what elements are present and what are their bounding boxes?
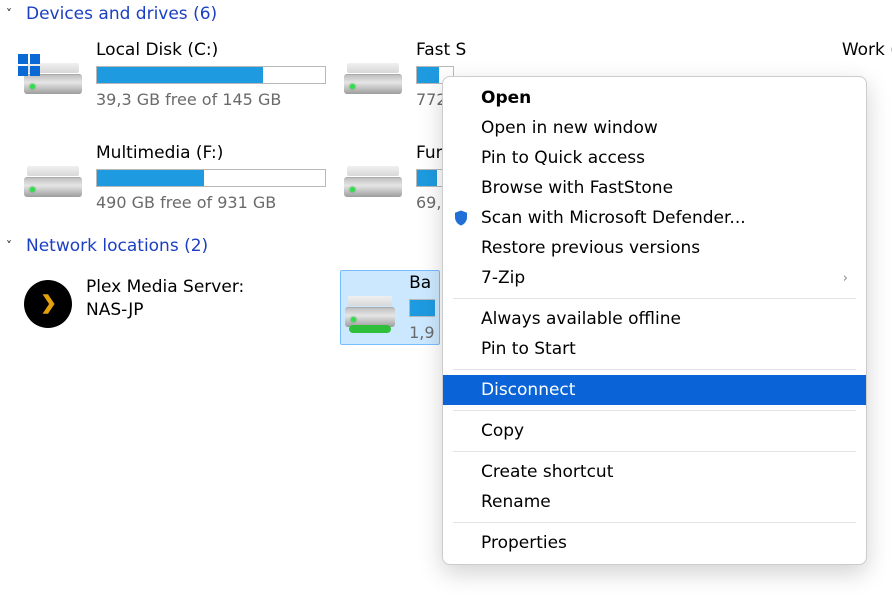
drive-free-text: 39,3 GB free of 145 GB: [96, 90, 326, 109]
network-item-label: Plex Media Server: NAS-JP: [86, 276, 244, 322]
ctx-7zip[interactable]: 7-Zip ›: [443, 263, 866, 293]
ctx-rename[interactable]: Rename: [443, 487, 866, 517]
shield-icon: [451, 208, 471, 228]
drive-name: Fast Storage (D:): [416, 40, 466, 60]
ctx-always-offline[interactable]: Always available offline: [443, 304, 866, 334]
ctx-pin-start[interactable]: Pin to Start: [443, 334, 866, 364]
network-drive-backup[interactable]: Ba 1,9: [340, 270, 440, 345]
ctx-open-new-window[interactable]: Open in new window: [443, 113, 866, 143]
chevron-right-icon: ›: [843, 271, 848, 286]
windows-logo-icon: [18, 54, 40, 76]
drive-icon: [24, 163, 82, 197]
menu-separator: [453, 298, 856, 299]
drive-name: Work (E:): [842, 40, 892, 60]
ctx-properties[interactable]: Properties: [443, 528, 866, 558]
section-title-network: Network locations (2): [26, 236, 208, 256]
drive-name: Multimedia (F:): [96, 143, 326, 163]
drive-icon: [24, 60, 82, 94]
menu-separator: [453, 369, 856, 370]
ctx-scan-defender[interactable]: Scan with Microsoft Defender...: [443, 203, 866, 233]
network-item-plex[interactable]: Plex Media Server: NAS-JP: [20, 270, 340, 345]
menu-separator: [453, 451, 856, 452]
menu-separator: [453, 522, 856, 523]
ctx-open[interactable]: Open: [443, 83, 866, 113]
ctx-copy[interactable]: Copy: [443, 416, 866, 446]
drive-icon: [344, 60, 402, 94]
drive-free-text: 1,9: [409, 323, 435, 342]
section-title-drives: Devices and drives (6): [26, 4, 217, 24]
chevron-down-icon: ˅: [6, 7, 18, 21]
ctx-restore-previous[interactable]: Restore previous versions: [443, 233, 866, 263]
drive-free-text: 490 GB free of 931 GB: [96, 193, 326, 212]
menu-separator: [453, 410, 856, 411]
drive-icon: [344, 163, 402, 197]
chevron-down-icon: ˅: [6, 239, 18, 253]
capacity-bar: [96, 66, 326, 84]
drive-c[interactable]: Local Disk (C:) 39,3 GB free of 145 GB: [20, 38, 340, 111]
capacity-bar: [409, 299, 435, 317]
capacity-bar: [96, 169, 326, 187]
plex-icon: [24, 280, 72, 328]
ctx-create-shortcut[interactable]: Create shortcut: [443, 457, 866, 487]
ctx-browse-faststone[interactable]: Browse with FastStone: [443, 173, 866, 203]
drive-f[interactable]: Multimedia (F:) 490 GB free of 931 GB: [20, 141, 340, 214]
ctx-pin-quick-access[interactable]: Pin to Quick access: [443, 143, 866, 173]
section-header-drives[interactable]: ˅ Devices and drives (6): [0, 0, 892, 28]
drive-name: Local Disk (C:): [96, 40, 326, 60]
ctx-disconnect[interactable]: Disconnect: [443, 375, 866, 405]
context-menu: Open Open in new window Pin to Quick acc…: [442, 76, 867, 565]
network-drive-icon: [345, 293, 395, 327]
drive-name: Ba: [409, 273, 435, 293]
